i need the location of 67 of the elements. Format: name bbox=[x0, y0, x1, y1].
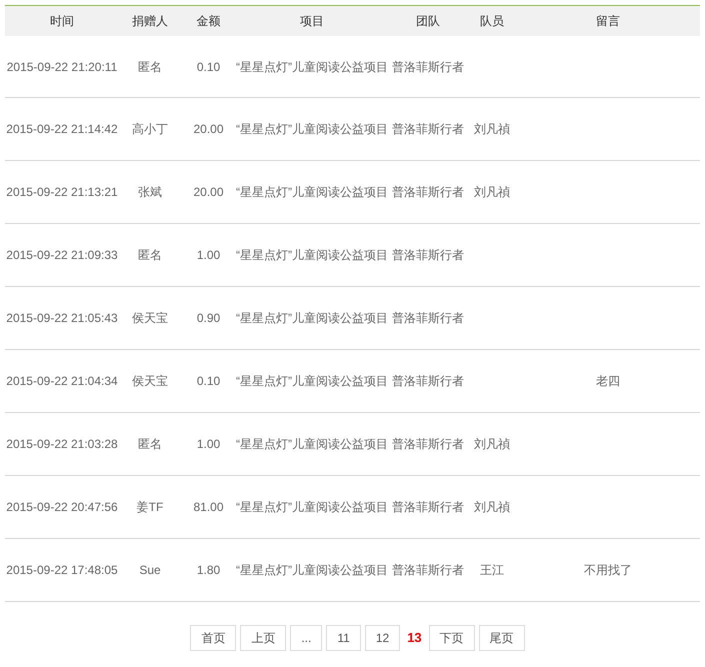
table-cell: 普洛菲斯行者 bbox=[392, 311, 464, 325]
column-header: 队员 bbox=[480, 14, 504, 28]
column-header: 时间 bbox=[50, 14, 74, 28]
table-cell: 0.10 bbox=[196, 60, 220, 74]
table-cell: 普洛菲斯行者 bbox=[392, 374, 464, 388]
table-cell: 老四 bbox=[596, 374, 620, 388]
table-cell: 2015-09-22 21:04:34 bbox=[6, 374, 118, 388]
table-cell: 2015-09-22 21:05:43 bbox=[6, 311, 118, 325]
table-cell: 1.80 bbox=[196, 563, 220, 577]
page-button[interactable]: 下页 bbox=[428, 625, 475, 651]
table-cell: 匿名 bbox=[138, 437, 162, 451]
column-header: 团队 bbox=[416, 14, 440, 28]
table-cell: 0.10 bbox=[196, 374, 220, 388]
table-cell: “星星点灯”儿童阅读公益项目 bbox=[236, 437, 388, 451]
page-button[interactable]: 上页 bbox=[240, 625, 286, 651]
table-cell: “星星点灯”儿童阅读公益项目 bbox=[236, 311, 388, 325]
table-cell: “星星点灯”儿童阅读公益项目 bbox=[236, 563, 388, 577]
table-cell: 2015-09-22 21:09:33 bbox=[6, 248, 118, 262]
table-cell: 高小丁 bbox=[132, 122, 168, 136]
table-cell: 普洛菲斯行者 bbox=[392, 185, 464, 199]
table-cell: 普洛菲斯行者 bbox=[392, 500, 464, 514]
table-cell: 刘凡禎 bbox=[474, 500, 510, 514]
table-cell: 普洛菲斯行者 bbox=[392, 563, 464, 577]
table-cell: 匿名 bbox=[138, 60, 162, 74]
table-cell: 1.00 bbox=[196, 437, 220, 451]
table-cell: 普洛菲斯行者 bbox=[392, 122, 464, 136]
table-cell: 0.90 bbox=[196, 311, 220, 325]
table-cell: 刘凡禎 bbox=[474, 437, 510, 451]
table-cell: “星星点灯”儿童阅读公益项目 bbox=[236, 500, 388, 514]
page-button[interactable]: 11 bbox=[326, 625, 361, 651]
table-cell: Sue bbox=[139, 563, 161, 577]
table-cell: 2015-09-22 17:48:05 bbox=[6, 563, 118, 577]
table-cell: “星星点灯”儿童阅读公益项目 bbox=[236, 185, 388, 199]
table-cell: 普洛菲斯行者 bbox=[392, 60, 464, 74]
table-cell: 普洛菲斯行者 bbox=[392, 437, 464, 451]
table-cell: 刘凡禎 bbox=[474, 122, 510, 136]
column-header: 项目 bbox=[300, 14, 324, 28]
table-cell: 刘凡禎 bbox=[474, 185, 510, 199]
column-header: 捐赠人 bbox=[132, 14, 168, 28]
table-cell: 2015-09-22 21:14:42 bbox=[6, 122, 118, 136]
table-cell: 20.00 bbox=[193, 185, 224, 199]
table-cell: 2015-09-22 20:47:56 bbox=[6, 500, 118, 514]
column-header: 金额 bbox=[196, 14, 220, 28]
page-button[interactable]: 尾页 bbox=[478, 625, 525, 651]
table-cell: 姜TF bbox=[136, 500, 164, 514]
page-button[interactable]: 首页 bbox=[190, 625, 236, 651]
table-cell: 匿名 bbox=[138, 248, 162, 262]
page-button[interactable]: 12 bbox=[364, 625, 400, 651]
table-cell: 普洛菲斯行者 bbox=[392, 248, 464, 262]
table-cell: 81.00 bbox=[193, 500, 224, 514]
table-cell: “星星点灯”儿童阅读公益项目 bbox=[236, 60, 388, 74]
current-page: 13 bbox=[406, 629, 423, 648]
table-cell: “星星点灯”儿童阅读公益项目 bbox=[236, 122, 388, 136]
table-cell: 张斌 bbox=[138, 185, 162, 199]
table-cell: 1.00 bbox=[196, 248, 220, 262]
table-cell: “星星点灯”儿童阅读公益项目 bbox=[236, 248, 388, 262]
table-cell: 20.00 bbox=[193, 122, 224, 136]
table-cell: 王江 bbox=[480, 563, 504, 577]
table-cell: 2015-09-22 21:03:28 bbox=[6, 437, 118, 451]
page-button[interactable]: ... bbox=[290, 625, 322, 651]
table-cell: 侯天宝 bbox=[132, 374, 168, 388]
table-cell: 2015-09-22 21:13:21 bbox=[6, 185, 118, 199]
table-cell: 不用找了 bbox=[584, 563, 632, 577]
column-header: 留言 bbox=[596, 14, 620, 28]
table-cell: 2015-09-22 21:20:11 bbox=[6, 60, 118, 74]
table-cell: “星星点灯”儿童阅读公益项目 bbox=[236, 374, 388, 388]
table-cell: 侯天宝 bbox=[132, 311, 168, 325]
